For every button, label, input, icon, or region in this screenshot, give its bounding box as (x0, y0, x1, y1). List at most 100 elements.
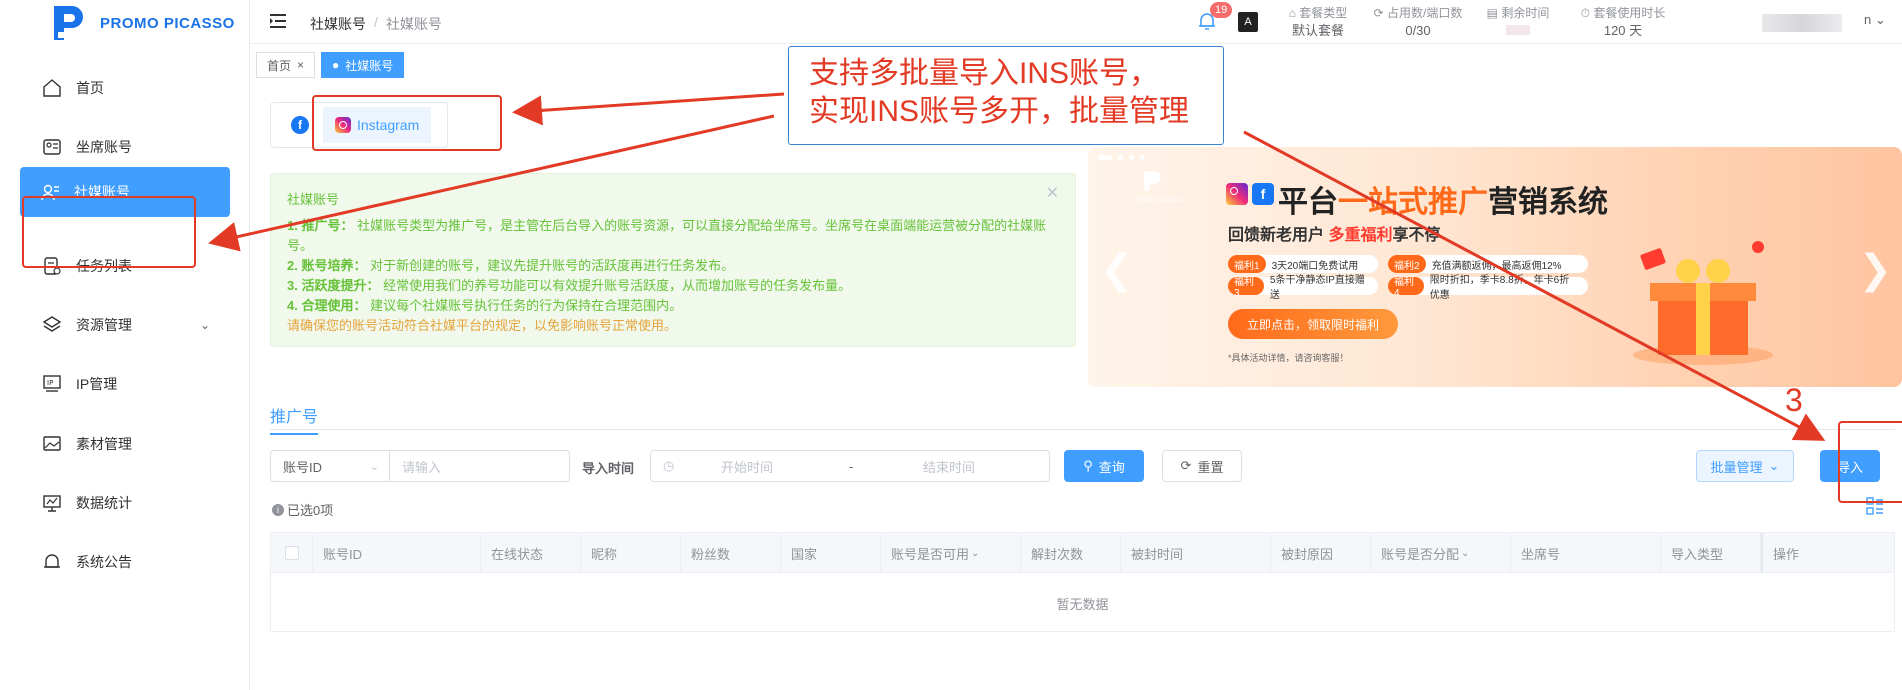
info-icon: i (272, 503, 284, 516)
tab-divider (270, 429, 1895, 430)
svg-text:IP: IP (47, 379, 53, 387)
chart-icon (40, 491, 64, 515)
tag-social-accounts[interactable]: ● 社媒账号 (321, 52, 405, 78)
column-header[interactable]: 国家 (781, 533, 881, 573)
close-icon[interactable]: × (297, 58, 304, 72)
avatar[interactable] (1762, 14, 1842, 32)
translate-icon[interactable]: A (1238, 12, 1258, 32)
stat-plan-type: ⌂ 套餐类型 默认套餐 (1278, 4, 1358, 40)
column-header[interactable]: 被封时间 (1121, 533, 1271, 573)
sidebar-item-material-management[interactable]: 素材管理 (22, 414, 230, 474)
table-header: 账号ID 在线状态 昵称 粉丝数 国家 账号是否可用 ⌄ 解封次数 被封时间 被封… (271, 533, 1894, 573)
reset-button[interactable]: ⟳ 重置 (1162, 450, 1242, 482)
tab-promotion-accounts[interactable]: 推广号 (270, 403, 319, 435)
carousel-indicators[interactable] (1098, 155, 1145, 160)
menu-toggle-icon[interactable] (270, 14, 286, 28)
annotation-box-social-accounts (22, 196, 196, 268)
logo-icon (1144, 171, 1161, 191)
chevron-down-icon: ⌄ (1461, 547, 1470, 559)
chevron-down-icon: ⌄ (199, 318, 210, 332)
banner-fine-print: *具体活动详情，请咨询客服！ (1228, 353, 1349, 363)
facebook-icon[interactable]: f (291, 116, 309, 134)
stat-label: ⟳ 占用数/端口数 (1373, 6, 1463, 20)
banner-subtitle: 回馈新老用户 多重福利享不停 (1228, 227, 1441, 244)
claim-benefits-button[interactable]: 立即点击，领取限时福利 (1228, 309, 1398, 339)
perk-3: 福利3 5条干净静态IP直接赠送 (1228, 275, 1378, 301)
alert-item: 1. 推广号： 社媒账号类型为推广号，是主管在后台导入的账号资源，可以直接分配给… (287, 218, 1047, 253)
sidebar-item-label: 首页 (76, 80, 104, 96)
tags-view: 首页 × ● 社媒账号 (256, 52, 405, 78)
column-header[interactable]: 被封原因 (1271, 533, 1371, 573)
sidebar-item-ip-management[interactable]: IP IP管理 (22, 354, 230, 414)
layers-icon (40, 313, 64, 337)
sidebar-item-label: 数据统计 (76, 495, 132, 511)
chevron-down-icon: ⌄ (1768, 458, 1780, 473)
breadcrumb-root[interactable]: 社媒账号 (310, 14, 366, 34)
alert-item: 3. 活跃度提升： 经常使用我们的养号功能可以有效提升账号活跃度，从而增加账号的… (287, 278, 852, 293)
alert-item: 4. 合理使用： 建议每个社媒账号执行任务的行为保持在合理范围内。 (287, 298, 683, 313)
alert-item: 2. 账号培养： 对于新创建的账号，建议先提升账号的活跃度再进行任务发布。 (287, 258, 735, 273)
tag-home[interactable]: 首页 × (256, 52, 316, 78)
column-header-filterable[interactable]: 账号是否分配 ⌄ (1371, 533, 1511, 573)
chevron-down-icon: ⌄ (971, 547, 980, 559)
stat-port-usage: ⟳ 占用数/端口数 0/30 (1368, 4, 1468, 40)
query-button[interactable]: ⚲ 查询 (1064, 450, 1144, 482)
annotation-box-import (1838, 421, 1902, 503)
stat-remaining-time: ▤ 剩余时间 (1478, 4, 1558, 40)
breadcrumb-separator: / (374, 14, 378, 30)
empty-state: 暂无数据 (1056, 596, 1109, 612)
start-time-input[interactable]: 开始时间 (721, 457, 773, 476)
range-separator: - (849, 458, 854, 474)
sidebar-item-resource-management[interactable]: 资源管理 ⌄ (22, 295, 230, 355)
search-input[interactable]: 请输入 (390, 450, 570, 482)
stat-value: 120 天 (1603, 23, 1643, 38)
sidebar-item-announcements[interactable]: 系统公告 (22, 532, 230, 592)
sidebar-item-label: 系统公告 (76, 554, 132, 570)
bell-icon (40, 550, 64, 574)
sidebar: PROMO PICASSO 首页 坐席账号 社媒账号 任务列表 资源管理 ⌄ I… (0, 0, 250, 690)
close-icon[interactable]: ✕ (1046, 184, 1059, 204)
column-header[interactable]: 账号ID (313, 533, 481, 573)
stat-label: ▤ 剩余时间 (1486, 6, 1550, 20)
breadcrumb-current: 社媒账号 (385, 16, 442, 32)
date-range-picker[interactable]: ◷ 开始时间 - 结束时间 (650, 450, 1050, 482)
column-header[interactable]: 坐席号 (1511, 533, 1661, 573)
column-header[interactable]: 粉丝数 (681, 533, 781, 573)
chevron-down-icon: ⌄ (369, 460, 379, 473)
end-time-input[interactable]: 结束时间 (923, 457, 975, 476)
carousel-prev-icon[interactable]: ❮ (1100, 247, 1134, 293)
alert-title: 社媒账号 (287, 192, 340, 207)
perk-4: 福利4 限时折扣，季卡8.8折，年卡6折优惠 (1388, 275, 1588, 301)
search-icon: ⚲ (1083, 458, 1093, 473)
refresh-icon: ⟳ (1180, 458, 1192, 473)
clock-icon: ◷ (663, 458, 675, 473)
banner-logo: PROMO PICASSO (1132, 169, 1183, 204)
column-header[interactable]: 导入类型 (1661, 533, 1761, 573)
logo-text: PROMO PICASSO (100, 14, 235, 32)
column-header[interactable]: 昵称 (581, 533, 681, 573)
active-dot-icon: ● (332, 58, 340, 72)
promo-banner[interactable]: PROMO PICASSO f 平台一站式推广营销系统 回馈新老用户 多重福利享… (1088, 147, 1902, 387)
carousel-next-icon[interactable]: ❯ (1858, 247, 1892, 293)
batch-manage-button[interactable]: 批量管理 ⌄ (1696, 450, 1794, 482)
sidebar-item-label: 素材管理 (76, 436, 132, 452)
instagram-icon (1226, 183, 1248, 205)
column-header[interactable]: 解封次数 (1021, 533, 1121, 573)
sidebar-item-statistics[interactable]: 数据统计 (22, 473, 230, 533)
notification-badge: 19 (1210, 2, 1233, 18)
sidebar-item-home[interactable]: 首页 (22, 58, 230, 118)
column-header[interactable]: 在线状态 (481, 533, 581, 573)
breadcrumb: 社媒账号 / 社媒账号 (310, 14, 442, 34)
field-select[interactable]: 账号ID ⌄ (270, 450, 390, 482)
column-header-filterable[interactable]: 账号是否可用 ⌄ (881, 533, 1021, 573)
banner-social-icons: f (1226, 183, 1274, 205)
select-all-checkbox[interactable] (271, 533, 313, 573)
stat-label: ⏱ 套餐使用时长 (1580, 6, 1666, 20)
sidebar-item-label: 坐席账号 (76, 139, 132, 155)
stat-value: 默认套餐 (1291, 23, 1344, 38)
logo[interactable]: PROMO PICASSO (48, 2, 235, 44)
user-menu[interactable]: n ⌄ (1864, 12, 1886, 28)
facebook-icon: f (1252, 183, 1274, 205)
annotation-box-instagram-tab (312, 95, 502, 151)
import-time-label: 导入时间 (582, 461, 635, 476)
